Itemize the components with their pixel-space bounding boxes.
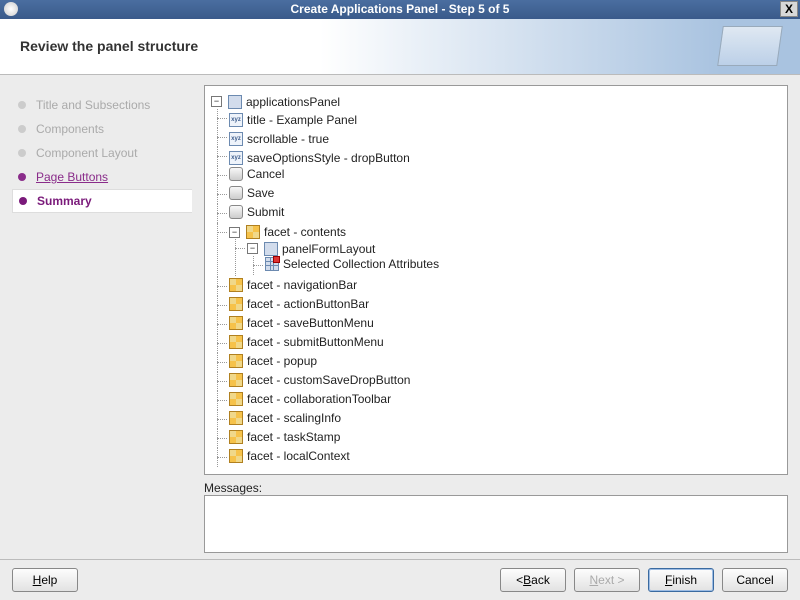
tree-node-label: panelFormLayout [282, 242, 375, 256]
tree-facet[interactable]: facet - localContext [229, 449, 350, 463]
tree-facet[interactable]: facet - navigationBar [229, 278, 357, 292]
tree-facet[interactable]: facet - popup [229, 354, 317, 368]
tree-node-label: facet - collaborationToolbar [247, 392, 391, 406]
tree-node-label: applicationsPanel [246, 95, 340, 109]
step-component-layout: Component Layout [12, 141, 192, 165]
tree-node-label: facet - localContext [247, 449, 350, 463]
titlebar: Create Applications Panel - Step 5 of 5 … [0, 0, 800, 19]
messages-box[interactable] [204, 495, 788, 553]
facet-icon [229, 411, 243, 425]
back-rest: ack [531, 573, 550, 587]
tree-node-label: saveOptionsStyle - dropButton [247, 151, 410, 165]
form-layout-icon [264, 242, 278, 256]
step-label: Components [36, 122, 104, 136]
step-components: Components [12, 117, 192, 141]
facet-icon [229, 373, 243, 387]
tree-facet[interactable]: facet - saveButtonMenu [229, 316, 374, 330]
structure-tree[interactable]: − applicationsPanel xyz title - Example P… [204, 85, 788, 475]
facet-icon [246, 225, 260, 239]
tree-facet[interactable]: facet - scalingInfo [229, 411, 341, 425]
tree-node-label: facet - submitButtonMenu [247, 335, 384, 349]
step-label: Component Layout [36, 146, 137, 160]
tree-facet-contents[interactable]: − facet - contents [229, 225, 346, 239]
tree-root[interactable]: − applicationsPanel [211, 95, 340, 109]
tree-node-label: facet - scalingInfo [247, 411, 341, 425]
facet-icon [229, 297, 243, 311]
page-title: Review the panel structure [20, 38, 198, 54]
expand-toggle[interactable]: − [247, 243, 258, 254]
tree-attr[interactable]: xyz scrollable - true [229, 132, 329, 146]
button-icon [229, 167, 243, 181]
tree-collection-attributes[interactable]: Selected Collection Attributes [265, 257, 439, 271]
wizard-header: Review the panel structure [0, 19, 800, 75]
tree-button[interactable]: Save [229, 186, 274, 200]
cancel-button[interactable]: Cancel [722, 568, 788, 592]
button-icon [229, 205, 243, 219]
tree-button[interactable]: Submit [229, 205, 284, 219]
finish-rest: inish [672, 573, 697, 587]
tree-node-label: facet - saveButtonMenu [247, 316, 374, 330]
app-icon [4, 2, 18, 16]
facet-icon [229, 335, 243, 349]
next-mnemonic: N [589, 573, 598, 587]
tree-node-label: facet - navigationBar [247, 278, 357, 292]
close-button[interactable]: X [780, 1, 798, 17]
tree-node-label: Save [247, 186, 274, 200]
finish-button[interactable]: Finish [648, 568, 714, 592]
step-label: Page Buttons [36, 170, 108, 184]
step-label: Title and Subsections [36, 98, 150, 112]
tree-node-label: facet - actionButtonBar [247, 297, 369, 311]
tree-node-label: title - Example Panel [247, 113, 357, 127]
facet-icon [229, 278, 243, 292]
facet-icon [229, 449, 243, 463]
window-title: Create Applications Panel - Step 5 of 5 [291, 2, 510, 16]
step-label: Summary [37, 194, 92, 208]
collection-icon [265, 257, 279, 271]
button-icon [229, 186, 243, 200]
expand-toggle[interactable]: − [211, 96, 222, 107]
tree-node-label: scrollable - true [247, 132, 329, 146]
facet-icon [229, 430, 243, 444]
facet-icon [229, 392, 243, 406]
finish-mnemonic: F [665, 573, 672, 587]
tree-facet[interactable]: facet - customSaveDropButton [229, 373, 410, 387]
attribute-icon: xyz [229, 113, 243, 127]
tree-attr[interactable]: xyz title - Example Panel [229, 113, 357, 127]
tree-node-label: facet - popup [247, 354, 317, 368]
step-summary: Summary [12, 189, 192, 213]
attribute-icon: xyz [229, 132, 243, 146]
step-page-buttons[interactable]: Page Buttons [12, 165, 192, 189]
tree-node-label: Submit [247, 205, 284, 219]
step-title-and-subsections: Title and Subsections [12, 93, 192, 117]
header-graphic [717, 26, 783, 66]
attribute-icon: xyz [229, 151, 243, 165]
tree-facet[interactable]: facet - submitButtonMenu [229, 335, 384, 349]
wizard-steps-sidebar: Title and Subsections Components Compone… [12, 85, 192, 553]
back-button[interactable]: < Back [500, 568, 566, 592]
tree-node-label: facet - contents [264, 225, 346, 239]
next-button: Next > [574, 568, 640, 592]
tree-facet[interactable]: facet - collaborationToolbar [229, 392, 391, 406]
help-button[interactable]: Help [12, 568, 78, 592]
tree-node-label: facet - customSaveDropButton [247, 373, 410, 387]
help-rest: elp [41, 573, 57, 587]
tree-attr[interactable]: xyz saveOptionsStyle - dropButton [229, 151, 410, 165]
back-mnemonic: B [523, 573, 531, 587]
tree-node-label: facet - taskStamp [247, 430, 340, 444]
expand-toggle[interactable]: − [229, 227, 240, 238]
help-mnemonic: H [33, 573, 42, 587]
tree-facet[interactable]: facet - actionButtonBar [229, 297, 369, 311]
tree-button[interactable]: Cancel [229, 167, 284, 181]
tree-facet[interactable]: facet - taskStamp [229, 430, 340, 444]
wizard-footer: Help < Back Next > Finish Cancel [0, 559, 800, 600]
tree-node-label: Selected Collection Attributes [283, 257, 439, 271]
next-rest: ext > [598, 573, 624, 587]
facet-icon [229, 354, 243, 368]
tree-panelformlayout[interactable]: − panelFormLayout [247, 242, 375, 256]
facet-icon [229, 316, 243, 330]
tree-node-label: Cancel [247, 167, 284, 181]
messages-label: Messages: [204, 481, 788, 495]
panel-icon [228, 95, 242, 109]
